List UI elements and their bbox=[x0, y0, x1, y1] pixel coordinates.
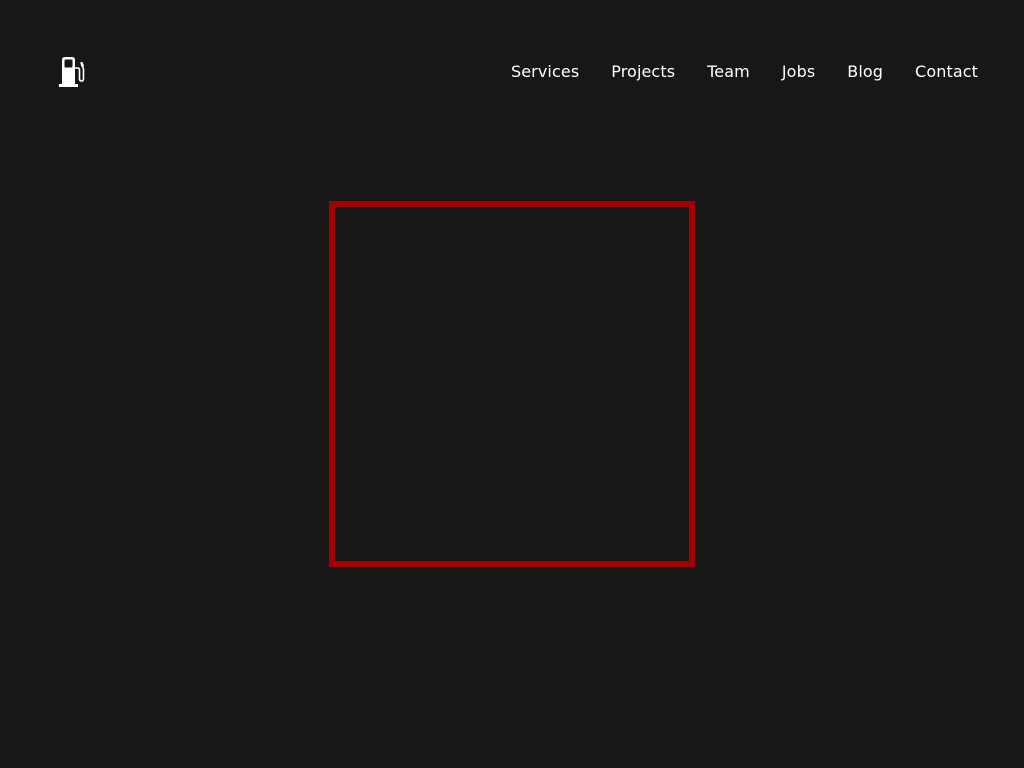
home-logo-link[interactable] bbox=[58, 55, 88, 89]
nav-link-jobs[interactable]: Jobs bbox=[782, 62, 815, 82]
nav-link-blog[interactable]: Blog bbox=[847, 62, 883, 82]
fuel-pump-icon bbox=[59, 57, 85, 87]
nav-link-projects[interactable]: Projects bbox=[611, 62, 675, 82]
main-nav: Services Projects Team Jobs Blog Contact bbox=[511, 62, 978, 82]
site-header: Services Projects Team Jobs Blog Contact bbox=[0, 0, 1024, 144]
nav-link-services[interactable]: Services bbox=[511, 62, 579, 82]
nav-link-team[interactable]: Team bbox=[707, 62, 750, 82]
hero-frame bbox=[329, 201, 695, 567]
nav-link-contact[interactable]: Contact bbox=[915, 62, 978, 82]
